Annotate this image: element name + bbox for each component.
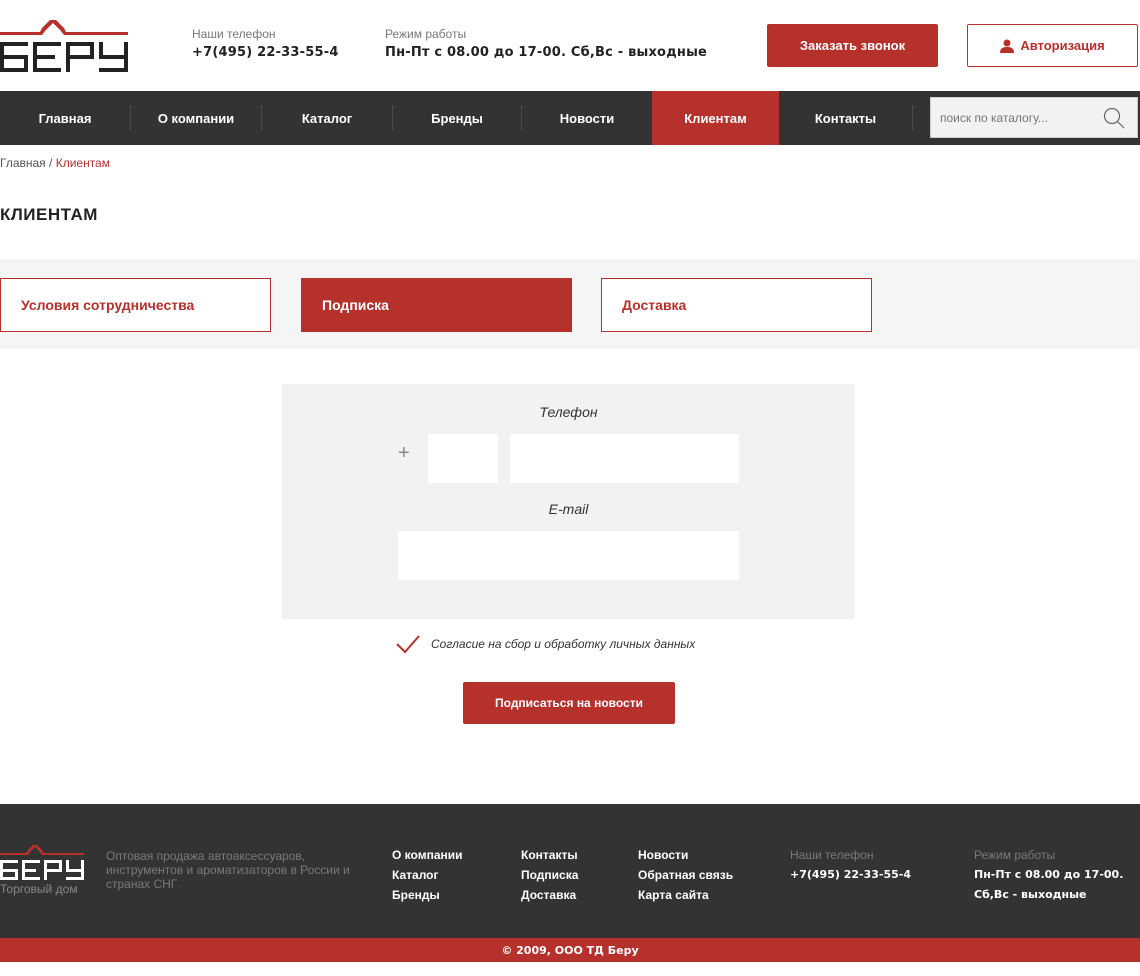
footer-hours: Режим работы Пн-Пт с 08.00 до 17-00. Сб,… <box>974 845 1123 905</box>
footer-link-brands[interactable]: Бренды <box>392 885 463 905</box>
email-input[interactable] <box>398 531 739 580</box>
consent-label: Согласие на сбор и обработку личных данн… <box>431 637 696 651</box>
footer-links-col2: Контакты Подписка Доставка <box>521 845 578 905</box>
user-icon <box>1000 39 1015 53</box>
footer-links-col1: О компании Каталог Бренды <box>392 845 463 905</box>
logo[interactable] <box>0 18 128 74</box>
footer-link-contacts[interactable]: Контакты <box>521 845 578 865</box>
checkmark-icon[interactable] <box>395 632 421 656</box>
phone-prefix: + <box>398 442 410 464</box>
hours-value: Пн-Пт с 08.00 до 17-00. Сб,Вс - выходные <box>385 45 708 60</box>
breadcrumb-current: Клиентам <box>55 156 110 170</box>
search-box <box>930 97 1138 138</box>
email-field-label: E-mail <box>548 501 589 517</box>
footer-logo-subtitle: Торговый дом <box>0 882 78 896</box>
breadcrumb-home[interactable]: Главная <box>0 156 46 170</box>
footer-link-subscription[interactable]: Подписка <box>521 865 578 885</box>
nav-item-home[interactable]: Главная <box>0 91 130 145</box>
footer-link-about[interactable]: О компании <box>392 845 463 865</box>
page-title: КЛИЕНТАМ <box>0 205 98 224</box>
footer-link-news[interactable]: Новости <box>638 845 733 865</box>
footer-phone-label: Наши телефон <box>790 848 874 862</box>
tab-delivery[interactable]: Доставка <box>601 278 872 332</box>
copyright: © 2009, ООО ТД Беру <box>0 938 1140 962</box>
footer-hours-value-2: Сб,Вс - выходные <box>974 888 1087 901</box>
nav-item-clients[interactable]: Клиентам <box>652 91 779 145</box>
footer-link-delivery[interactable]: Доставка <box>521 885 578 905</box>
hours-label: Режим работы <box>385 27 467 41</box>
header-phone: Наши телефон +7(495) 22-33-55-4 <box>192 27 339 60</box>
footer-phone: Наши телефон +7(495) 22-33-55-4 <box>790 845 911 885</box>
nav-item-catalog[interactable]: Каталог <box>262 91 392 145</box>
footer-link-catalog[interactable]: Каталог <box>392 865 463 885</box>
footer-link-feedback[interactable]: Обратная связь <box>638 865 733 885</box>
footer: Торговый дом Оптовая продажа автоаксессу… <box>0 804 1140 938</box>
subscribe-button[interactable]: Подписаться на новости <box>463 682 675 724</box>
breadcrumb: Главная / Клиентам <box>0 156 110 170</box>
search-icon[interactable] <box>1103 107 1125 129</box>
footer-phone-value[interactable]: +7(495) 22-33-55-4 <box>790 865 911 885</box>
tab-terms[interactable]: Условия сотрудничества <box>0 278 271 332</box>
breadcrumb-separator: / <box>45 156 56 170</box>
footer-link-sitemap[interactable]: Карта сайта <box>638 885 733 905</box>
auth-button-label: Авторизация <box>1020 38 1105 53</box>
footer-hours-label: Режим работы <box>974 848 1056 862</box>
nav-item-contacts[interactable]: Контакты <box>779 91 912 145</box>
phone-field-label: Телефон <box>539 404 598 420</box>
phone-value[interactable]: +7(495) 22-33-55-4 <box>192 45 339 60</box>
header-hours: Режим работы Пн-Пт с 08.00 до 17-00. Сб,… <box>385 27 707 60</box>
order-call-button[interactable]: Заказать звонок <box>767 24 938 67</box>
footer-logo[interactable] <box>0 844 84 882</box>
phone-number-input[interactable] <box>510 434 739 483</box>
subscribe-form: Телефон + E-mail <box>282 384 855 619</box>
nav-item-news[interactable]: Новости <box>522 91 652 145</box>
tabs-band: Условия сотрудничества Подписка Доставка <box>0 259 1140 349</box>
nav-divider <box>912 105 913 131</box>
nav-item-about[interactable]: О компании <box>131 91 261 145</box>
phone-label: Наши телефон <box>192 27 276 41</box>
phone-code-input[interactable] <box>428 434 498 483</box>
search-input[interactable] <box>931 98 1091 137</box>
footer-links-col3: Новости Обратная связь Карта сайта <box>638 845 733 905</box>
tab-subscription[interactable]: Подписка <box>301 278 572 332</box>
consent-checkbox[interactable]: Согласие на сбор и обработку личных данн… <box>395 632 695 656</box>
footer-hours-value-1: Пн-Пт с 08.00 до 17-00. <box>974 868 1124 881</box>
auth-button[interactable]: Авторизация <box>967 24 1138 67</box>
header: Наши телефон +7(495) 22-33-55-4 Режим ра… <box>0 0 1140 91</box>
footer-description: Оптовая продажа автоаксессуаров, инструм… <box>106 849 350 891</box>
nav-item-brands[interactable]: Бренды <box>393 91 521 145</box>
main-nav: Главная О компании Каталог Бренды Новост… <box>0 91 1140 145</box>
